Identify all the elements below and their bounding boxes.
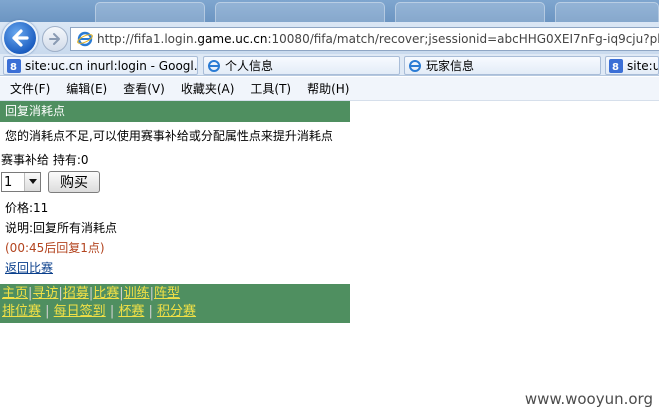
svg-text:8: 8 [10, 62, 17, 73]
menu-help[interactable]: 帮助(H) [299, 80, 357, 97]
nav-row-competitions: 排位赛 | 每日签到 | 杯赛 | 积分赛 [2, 304, 197, 319]
favorite-profile[interactable]: 个人信息 [203, 56, 400, 75]
arrow-left-icon [12, 29, 29, 47]
browser-tab[interactable] [555, 2, 659, 22]
page-title: 回复消耗点 [0, 101, 350, 122]
nav-cup[interactable]: 杯赛 [118, 304, 144, 319]
chevron-down-icon[interactable] [24, 173, 40, 191]
favorite-google-search[interactable]: 8 site:uc.cn inurl:login - Googl... [3, 56, 198, 75]
nav-training[interactable]: 训练 [124, 286, 150, 301]
quantity-select[interactable]: 1 [1, 172, 41, 192]
nav-daily-checkin[interactable]: 每日签到 [54, 304, 106, 319]
recovery-countdown: (00:45后回复1点) [5, 241, 105, 255]
nav-match[interactable]: 比赛 [93, 286, 119, 301]
favorite-site-search[interactable]: 8 site:u [605, 56, 659, 75]
back-to-match-link[interactable]: 返回比赛 [5, 261, 53, 275]
google-icon: 8 [7, 58, 21, 73]
page-content: 回复消耗点 您的消耗点不足,可以使用赛事补给或分配属性点来提升消耗点 赛事补给 … [0, 101, 659, 323]
tab-strip [0, 0, 659, 22]
address-bar[interactable]: http://fifa1.login.game.uc.cn:10080/fifa… [70, 27, 659, 51]
browser-tab[interactable] [395, 2, 545, 22]
menu-file[interactable]: 文件(F) [2, 80, 58, 97]
menu-favorites[interactable]: 收藏夹(A) [173, 80, 243, 97]
back-button[interactable] [2, 20, 38, 56]
nav-formation[interactable]: 阵型 [154, 286, 180, 301]
browser-tab[interactable] [95, 2, 205, 22]
description-text: 说明:回复所有消耗点 [5, 221, 118, 235]
menu-view[interactable]: 查看(V) [115, 80, 173, 97]
site-navigation: 主页|寻访|招募|比赛|训练|阵型 排位赛 | 每日签到 | 杯赛 | 积分赛 [0, 284, 350, 323]
menu-edit[interactable]: 编辑(E) [58, 80, 115, 97]
forward-button[interactable] [42, 26, 68, 52]
arrow-right-icon [49, 33, 60, 45]
ie-page-icon [77, 31, 93, 47]
browser-tab[interactable] [215, 2, 385, 22]
nav-points-match[interactable]: 积分赛 [157, 304, 196, 319]
nav-home[interactable]: 主页 [2, 286, 28, 301]
nav-row-main: 主页|寻访|招募|比赛|训练|阵型 [2, 286, 181, 301]
purchase-controls: 1 购买 [0, 171, 659, 193]
watermark: www.wooyun.org [524, 390, 653, 408]
svg-text:8: 8 [612, 62, 619, 73]
menu-tools[interactable]: 工具(T) [242, 80, 299, 97]
nav-ranked[interactable]: 排位赛 [2, 304, 41, 319]
nav-scout[interactable]: 寻访 [32, 286, 58, 301]
price-text: 价格:11 [5, 201, 49, 215]
quantity-value: 1 [4, 174, 13, 190]
google-icon: 8 [609, 58, 623, 73]
url-text: http://fifa1.login.game.uc.cn:10080/fifa… [97, 32, 659, 46]
nav-recruit[interactable]: 招募 [63, 286, 89, 301]
menu-bar: 文件(F) 编辑(E) 查看(V) 收藏夹(A) 工具(T) 帮助(H) [0, 77, 659, 101]
favorites-bar: 8 site:uc.cn inurl:login - Googl... 个人信息… [0, 54, 659, 76]
ie-page-icon [409, 59, 421, 72]
buy-button[interactable]: 购买 [48, 171, 100, 193]
supply-holding-label: 赛事补给 持有:0 [1, 153, 89, 167]
insufficient-points-message: 您的消耗点不足,可以使用赛事补给或分配属性点来提升消耗点 [5, 129, 333, 143]
ie-page-icon [208, 59, 220, 72]
favorite-player-info[interactable]: 玩家信息 [404, 56, 601, 75]
